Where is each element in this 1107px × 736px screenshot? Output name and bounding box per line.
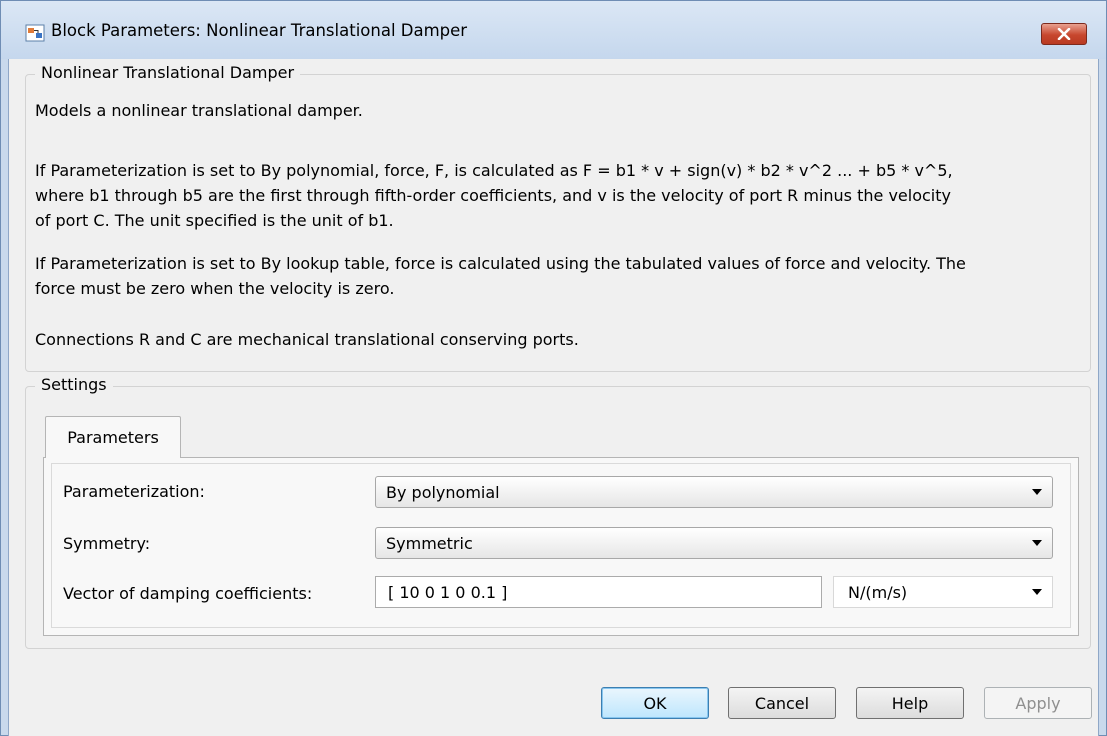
close-button[interactable] <box>1041 23 1087 45</box>
tab-parameters[interactable]: Parameters <box>45 416 181 458</box>
parameterization-label: Parameterization: <box>63 482 205 501</box>
chevron-down-icon <box>1032 589 1042 595</box>
apply-button[interactable]: Apply <box>984 687 1092 719</box>
simulink-block-icon <box>25 24 45 42</box>
description-line: If Parameterization is set to By polynom… <box>35 161 953 180</box>
description-line: where b1 through b5 are the first throug… <box>35 186 951 205</box>
chevron-down-icon <box>1032 489 1042 495</box>
symmetry-select[interactable]: Symmetric <box>375 527 1053 559</box>
ok-button-label: OK <box>643 693 667 713</box>
chevron-down-icon <box>1032 540 1042 546</box>
description-line: force must be zero when the velocity is … <box>35 279 395 298</box>
symmetry-value: Symmetric <box>386 533 473 553</box>
title-bar[interactable]: Block Parameters: Nonlinear Translationa… <box>1 1 1106 59</box>
close-icon <box>1057 28 1071 40</box>
description-line: If Parameterization is set to By lookup … <box>35 254 966 273</box>
help-button-label: Help <box>891 693 929 713</box>
damping-coefficients-label: Vector of damping coefficients: <box>63 584 313 603</box>
description-group-label: Nonlinear Translational Damper <box>35 63 301 82</box>
cancel-button[interactable]: Cancel <box>728 687 836 719</box>
window-title: Block Parameters: Nonlinear Translationa… <box>51 21 468 40</box>
settings-group-label: Settings <box>35 375 113 394</box>
dialog-window: Block Parameters: Nonlinear Translationa… <box>0 0 1107 736</box>
tab-parameters-label: Parameters <box>67 428 159 447</box>
parameterization-value: By polynomial <box>386 482 500 502</box>
description-line: Models a nonlinear translational damper. <box>35 101 363 120</box>
damping-unit-select[interactable]: N/(m/s) <box>833 576 1053 608</box>
apply-button-label: Apply <box>1015 693 1061 713</box>
description-line: of port C. The unit specified is the uni… <box>35 211 394 230</box>
symmetry-label: Symmetry: <box>63 534 151 553</box>
ok-button[interactable]: OK <box>601 687 709 719</box>
damping-coefficients-value: [ 10 0 1 0 0.1 ] <box>388 582 508 602</box>
cancel-button-label: Cancel <box>754 693 810 713</box>
help-button[interactable]: Help <box>856 687 964 719</box>
description-line: Connections R and C are mechanical trans… <box>35 330 579 349</box>
parameterization-select[interactable]: By polynomial <box>375 476 1053 508</box>
damping-unit-value: N/(m/s) <box>848 582 908 602</box>
damping-coefficients-input[interactable]: [ 10 0 1 0 0.1 ] <box>375 576 822 608</box>
